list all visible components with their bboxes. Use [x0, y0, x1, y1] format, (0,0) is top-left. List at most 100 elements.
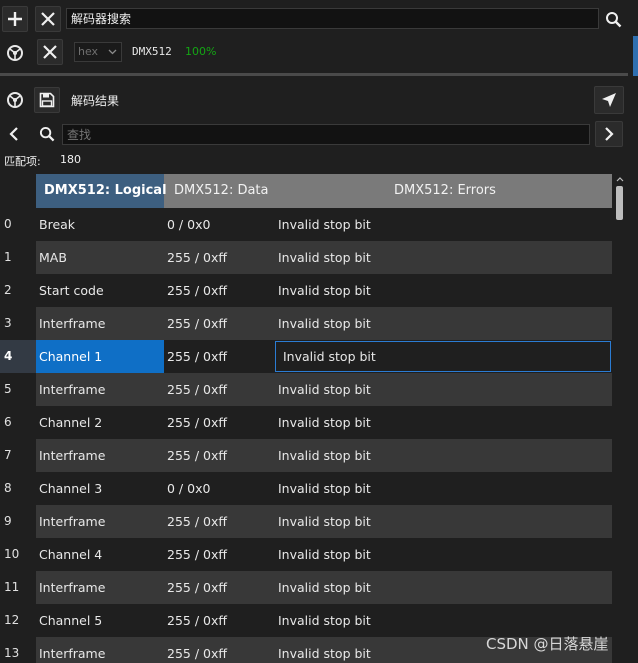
cell-errors: Invalid stop bit — [278, 580, 371, 595]
cell-errors: Invalid stop bit — [278, 217, 371, 232]
decoder-name: DMX512 — [132, 45, 172, 58]
column-header-data[interactable]: DMX512: Data — [174, 174, 269, 208]
search-icon — [39, 126, 55, 142]
table-header: DMX512: Logical DMX512: Data DMX512: Err… — [36, 174, 612, 208]
row-number: 11 — [0, 571, 36, 604]
match-label: 匹配项: — [4, 155, 41, 168]
cell-data: 255 / 0xff — [167, 316, 227, 331]
save-results-button[interactable] — [34, 87, 60, 113]
cell-logical: Interframe — [39, 316, 106, 331]
cell-logical: MAB — [39, 250, 67, 265]
cell-logical: Interframe — [39, 448, 106, 463]
table-row[interactable]: 9 Interframe 255 / 0xff Invalid stop bit — [0, 505, 612, 538]
row-number: 0 — [0, 208, 36, 241]
panel-splitter[interactable] — [0, 73, 628, 76]
cell-errors: Invalid stop bit — [278, 547, 371, 562]
cell-errors: Invalid stop bit — [283, 349, 376, 364]
cell-errors: Invalid stop bit — [278, 415, 371, 430]
row-number: 10 — [0, 538, 36, 571]
cell-logical: Interframe — [39, 514, 106, 529]
table-row[interactable]: 6 Channel 2 255 / 0xff Invalid stop bit — [0, 406, 612, 439]
scroll-up-icon[interactable] — [616, 177, 624, 182]
cell-logical: Channel 3 — [39, 481, 103, 496]
row-number: 2 — [0, 274, 36, 307]
format-select-value: hex — [78, 45, 99, 58]
clear-search-button[interactable] — [35, 6, 61, 32]
cell-logical: Start code — [39, 283, 104, 298]
cell-data: 255 / 0xff — [167, 646, 227, 661]
gear-icon — [7, 45, 23, 61]
table-row[interactable]: 11 Interframe 255 / 0xff Invalid stop bi… — [0, 571, 612, 604]
cell-data: 255 / 0xff — [167, 580, 227, 595]
cell-data: 255 / 0xff — [167, 448, 227, 463]
decoder-window: 解码器搜索 hex DMX512 100% 解码结果 查找 匹配项: 180 D… — [0, 0, 638, 663]
save-icon — [39, 92, 55, 108]
cell-data: 0 / 0x0 — [167, 217, 211, 232]
row-number: 13 — [0, 637, 36, 663]
cell-errors: Invalid stop bit — [278, 448, 371, 463]
decode-progress: 100% — [185, 45, 217, 58]
cell-logical: Channel 2 — [39, 415, 103, 430]
watermark: CSDN @日落悬崖 — [486, 635, 609, 653]
add-decoder-button[interactable] — [2, 6, 28, 32]
navigate-arrow-icon — [602, 93, 616, 107]
locate-button[interactable] — [594, 86, 624, 114]
cell-data: 255 / 0xff — [167, 349, 227, 364]
cell-data: 0 / 0x0 — [167, 481, 211, 496]
cell-data: 255 / 0xff — [167, 283, 227, 298]
cell-data: 255 / 0xff — [167, 382, 227, 397]
row-number: 4 — [0, 340, 36, 373]
table-row[interactable]: 5 Interframe 255 / 0xff Invalid stop bit — [0, 373, 612, 406]
cell-errors: Invalid stop bit — [278, 613, 371, 628]
table-scrollbar[interactable] — [614, 174, 626, 663]
row-number: 9 — [0, 505, 36, 538]
table-row[interactable]: 10 Channel 4 255 / 0xff Invalid stop bit — [0, 538, 612, 571]
format-select[interactable]: hex — [74, 42, 122, 62]
plus-icon — [8, 12, 22, 26]
close-icon — [41, 12, 55, 26]
panel-scroll-indicator[interactable] — [633, 36, 638, 76]
cell-logical: Channel 1 — [39, 349, 103, 364]
cell-logical: Interframe — [39, 580, 106, 595]
find-icon-button[interactable] — [36, 124, 58, 144]
chevron-left-icon — [9, 127, 18, 141]
cell-errors: Invalid stop bit — [278, 316, 371, 331]
row-number: 6 — [0, 406, 36, 439]
cell-errors: Invalid stop bit — [278, 283, 371, 298]
column-header-errors[interactable]: DMX512: Errors — [394, 174, 496, 208]
table-row[interactable]: 2 Start code 255 / 0xff Invalid stop bit — [0, 274, 612, 307]
next-match-button[interactable] — [595, 121, 623, 147]
results-settings-button[interactable] — [2, 87, 28, 113]
table-row-selected[interactable]: 4 Channel 1 255 / 0xff Invalid stop bit — [0, 340, 612, 373]
table-row[interactable]: 1 MAB 255 / 0xff Invalid stop bit — [0, 241, 612, 274]
cell-data: 255 / 0xff — [167, 250, 227, 265]
column-header-logical[interactable]: DMX512: Logical — [36, 174, 167, 208]
row-number: 7 — [0, 439, 36, 472]
scrollbar-thumb[interactable] — [616, 186, 623, 220]
results-title: 解码结果 — [71, 94, 120, 108]
cell-errors: Invalid stop bit — [278, 481, 371, 496]
cell-logical: Channel 5 — [39, 613, 103, 628]
cell-data: 255 / 0xff — [167, 415, 227, 430]
table-row[interactable]: 7 Interframe 255 / 0xff Invalid stop bit — [0, 439, 612, 472]
cell-data: 255 / 0xff — [167, 613, 227, 628]
row-number: 5 — [0, 373, 36, 406]
cell-errors: Invalid stop bit — [278, 382, 371, 397]
row-number: 1 — [0, 241, 36, 274]
row-number: 3 — [0, 307, 36, 340]
row-number: 8 — [0, 472, 36, 505]
chevron-right-icon — [605, 127, 614, 141]
table-row[interactable]: 3 Interframe 255 / 0xff Invalid stop bit — [0, 307, 612, 340]
cell-logical: Interframe — [39, 382, 106, 397]
close-icon — [43, 45, 57, 59]
prev-match-button[interactable] — [2, 121, 26, 147]
decoder-search-input[interactable]: 解码器搜索 — [66, 8, 599, 29]
table-row[interactable]: 0 Break 0 / 0x0 Invalid stop bit — [0, 208, 612, 241]
table-row[interactable]: 8 Channel 3 0 / 0x0 Invalid stop bit — [0, 472, 612, 505]
decoder-settings-button[interactable] — [2, 40, 28, 66]
chevron-down-icon — [108, 49, 117, 55]
gear-icon — [7, 92, 23, 108]
remove-decoder-button[interactable] — [37, 39, 63, 65]
find-input[interactable] — [62, 124, 590, 145]
search-button[interactable] — [602, 8, 624, 30]
